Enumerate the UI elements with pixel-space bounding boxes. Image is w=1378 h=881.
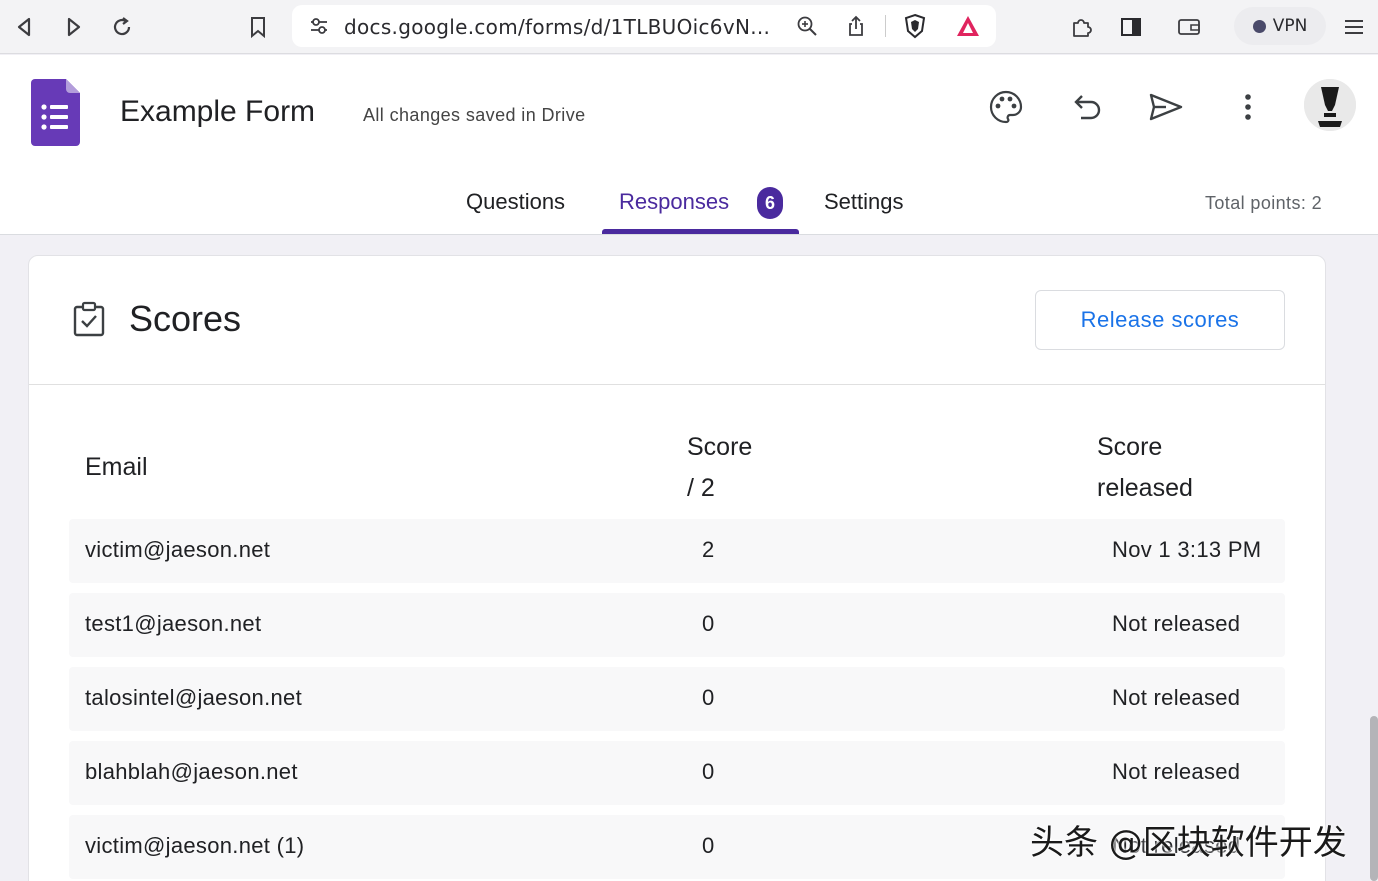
row-email: blahblah@jaeson.net (85, 759, 298, 784)
more-vert-icon[interactable] (1228, 87, 1268, 127)
column-header-released-line2: released (1097, 474, 1193, 502)
tab-responses[interactable]: Responses (619, 189, 729, 215)
row-score: 0 (702, 611, 715, 636)
table-row[interactable]: test1@jaeson.net 0 Not released (69, 593, 1285, 657)
reload-icon[interactable] (107, 12, 137, 42)
vpn-button[interactable]: VPN (1234, 7, 1326, 45)
release-scores-button[interactable]: Release scores (1035, 290, 1285, 350)
tab-settings[interactable]: Settings (824, 189, 904, 215)
watermark: 头条 @区块软件开发 (1030, 823, 1347, 863)
bookmark-icon[interactable] (243, 12, 273, 42)
total-points: Total points: 2 (1205, 193, 1323, 213)
brave-rewards-icon[interactable] (953, 11, 983, 41)
extensions-icon[interactable] (1066, 12, 1096, 42)
sidebar-icon[interactable] (1116, 12, 1146, 42)
row-released: Not released (1112, 611, 1241, 636)
address-bar[interactable]: docs.google.com/forms/d/1TLBUOic6vN... (292, 5, 996, 47)
forms-header: Example Form All changes saved in Drive … (0, 55, 1378, 235)
column-header-email: Email (85, 453, 148, 481)
palette-icon[interactable] (986, 87, 1026, 127)
form-title[interactable]: Example Form (120, 95, 315, 129)
assignment-check-icon (73, 301, 105, 337)
table-row[interactable]: talosintel@jaeson.net 0 Not released (69, 667, 1285, 731)
share-icon[interactable] (841, 11, 871, 41)
row-email: test1@jaeson.net (85, 611, 262, 636)
row-score: 0 (702, 833, 715, 858)
card-divider (29, 384, 1325, 385)
back-icon[interactable] (10, 12, 40, 42)
save-status: All changes saved in Drive (363, 105, 586, 125)
url-divider (885, 15, 886, 37)
avatar[interactable] (1304, 79, 1356, 131)
row-email: victim@jaeson.net (85, 537, 271, 562)
vpn-status-icon (1252, 19, 1266, 33)
row-released: Nov 1 3:13 PM (1112, 537, 1262, 562)
wallet-icon[interactable] (1174, 12, 1204, 42)
undo-icon[interactable] (1067, 87, 1107, 127)
column-header-released: Score released (1097, 427, 1193, 509)
column-header-score-line1: Score (687, 433, 753, 461)
url-text[interactable]: docs.google.com/forms/d/1TLBUOic6vN... (344, 15, 770, 39)
scores-title: Scores (129, 298, 242, 339)
avatar-image-icon (1304, 79, 1356, 131)
scrollbar-thumb[interactable] (1370, 716, 1378, 881)
table-row[interactable]: victim@jaeson.net 2 Nov 1 3:13 PM (69, 519, 1285, 583)
scores-card: Scores Release scores Email Score / 2 Sc… (28, 255, 1326, 881)
browser-toolbar: docs.google.com/forms/d/1TLBUOic6vN... V… (0, 0, 1378, 54)
column-header-released-line1: Score (1097, 433, 1163, 461)
row-score: 2 (702, 537, 715, 562)
column-header-score-line2: / 2 (687, 474, 715, 502)
send-icon[interactable] (1146, 87, 1186, 127)
row-score: 0 (702, 685, 715, 710)
row-email: victim@jaeson.net (1) (85, 833, 305, 858)
tab-questions[interactable]: Questions (466, 189, 565, 215)
row-email: talosintel@jaeson.net (85, 685, 302, 710)
site-settings-icon[interactable] (304, 11, 334, 41)
zoom-icon[interactable] (792, 11, 822, 41)
row-score: 0 (702, 759, 715, 784)
row-released: Not released (1112, 759, 1241, 784)
vpn-label: VPN (1272, 16, 1308, 36)
google-forms-logo-icon[interactable] (31, 79, 80, 146)
column-header-score: Score / 2 (687, 427, 752, 509)
active-tab-indicator (602, 229, 799, 234)
responses-count-badge: 6 (757, 187, 783, 219)
menu-icon[interactable] (1339, 12, 1369, 42)
brave-shield-icon[interactable] (900, 11, 930, 41)
row-released: Not released (1112, 685, 1241, 710)
forward-icon[interactable] (58, 12, 88, 42)
table-row[interactable]: blahblah@jaeson.net 0 Not released (69, 741, 1285, 805)
